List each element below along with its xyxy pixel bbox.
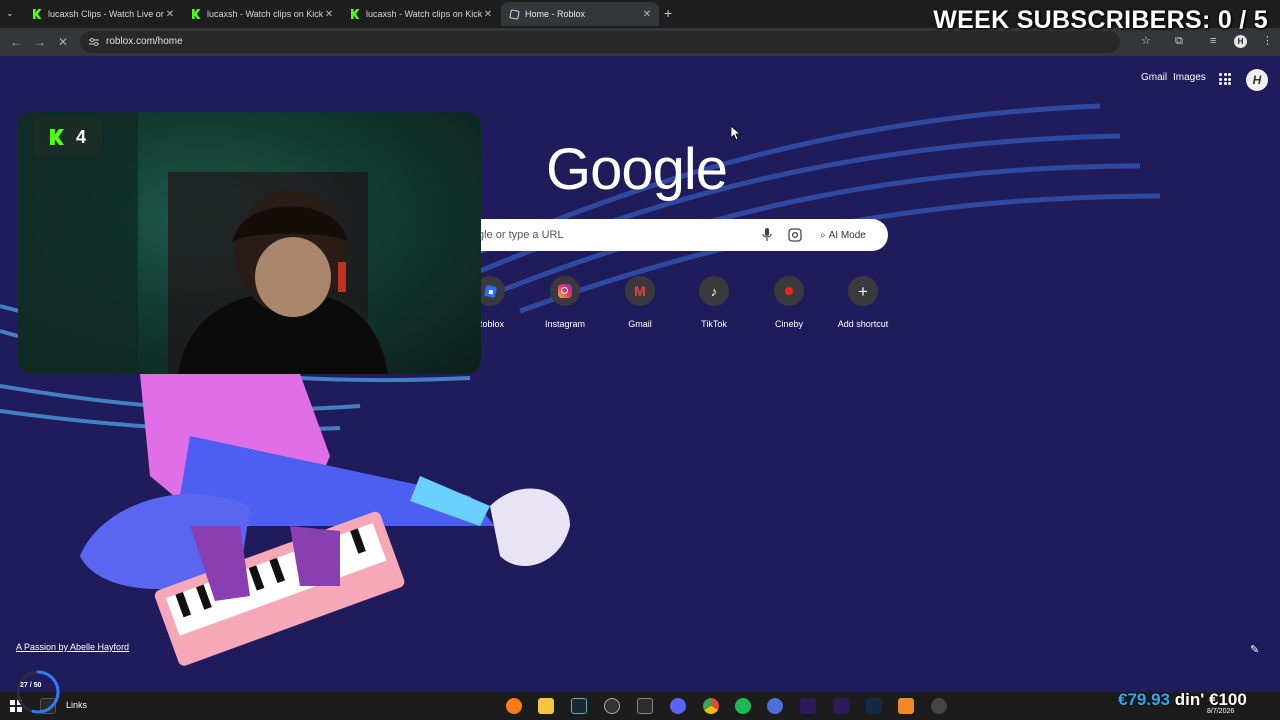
- app-icon[interactable]: [604, 698, 620, 714]
- links-toolbar[interactable]: Links: [66, 700, 87, 710]
- obs-icon[interactable]: [637, 698, 653, 714]
- app-icon-blue[interactable]: [767, 698, 783, 714]
- account-avatar[interactable]: H: [1246, 69, 1268, 91]
- stop-loading-icon[interactable]: ✕: [58, 35, 68, 49]
- kick-icon: [350, 9, 360, 19]
- shortcut-instagram[interactable]: Instagram: [528, 276, 602, 329]
- discord-icon[interactable]: [670, 698, 686, 714]
- tab-3[interactable]: lucaxsh - Watch clips on Kick ✕: [342, 2, 500, 26]
- shortcut-label: Gmail: [628, 319, 652, 329]
- shortcut-label: Instagram: [544, 319, 586, 329]
- tab-title: Home - Roblox: [525, 9, 586, 19]
- progress-counter: 27 / 50: [20, 682, 42, 689]
- cineby-icon: [785, 287, 793, 295]
- tab-search-icon[interactable]: ⌄: [6, 8, 14, 19]
- donation-amount: €79.93: [1118, 690, 1170, 709]
- close-icon[interactable]: ✕: [482, 9, 494, 20]
- plus-icon: +: [858, 281, 868, 301]
- shortcut-label: TikTok: [701, 319, 727, 329]
- subscribers-goal-overlay: WEEK SUBSCRIBERS: 0 / 5: [933, 6, 1268, 34]
- search-sparkle-icon: ⌕: [820, 229, 826, 241]
- tiktok-icon: ♪: [710, 283, 718, 299]
- gmail-icon: M: [634, 283, 646, 299]
- google-apps-icon[interactable]: [1219, 73, 1231, 85]
- customize-pencil-icon[interactable]: ✎: [1250, 643, 1264, 657]
- tab-2[interactable]: lucaxsh - Watch clips on Kick ✕: [183, 2, 341, 26]
- steam-icon[interactable]: [571, 698, 587, 714]
- screen: ⌄ lucaxsh Clips - Watch Live on Kick ✕ l…: [0, 0, 1280, 720]
- shortcut-label: Cineby: [774, 319, 803, 329]
- close-icon[interactable]: ✕: [164, 9, 176, 20]
- app-icon-gray[interactable]: [931, 698, 947, 714]
- google-lens-icon[interactable]: [788, 228, 802, 242]
- webcam-overlay: 4: [18, 112, 481, 374]
- shortcut-gmail[interactable]: M Gmail: [603, 276, 677, 329]
- after-effects-icon[interactable]: [800, 698, 816, 714]
- roblox-icon: [508, 8, 520, 20]
- more-menu-icon[interactable]: ⋮: [1262, 34, 1273, 48]
- premiere-icon[interactable]: [833, 698, 849, 714]
- donation-goal: din' €100: [1174, 690, 1247, 709]
- images-link[interactable]: Images: [1173, 72, 1206, 83]
- back-arrow-icon[interactable]: ←: [10, 35, 22, 49]
- mouse-cursor: [731, 126, 741, 140]
- taskbar-date: 8/7/2026: [1207, 708, 1235, 715]
- media-controls-icon[interactable]: ≡: [1210, 34, 1216, 48]
- spotify-icon[interactable]: [735, 698, 751, 714]
- firefox-icon[interactable]: [506, 698, 522, 714]
- tab-4[interactable]: Home - Roblox ✕: [501, 2, 659, 26]
- search-box[interactable]: ⌕ AI Mode: [470, 219, 888, 251]
- roblox-icon: [483, 284, 497, 298]
- ai-mode-label: AI Mode: [828, 229, 866, 241]
- tab-title: lucaxsh - Watch clips on Kick: [366, 9, 482, 19]
- tab-1[interactable]: lucaxsh Clips - Watch Live on Kick ✕: [24, 2, 182, 26]
- viewer-count: 4: [76, 126, 87, 147]
- photoshop-icon[interactable]: [866, 698, 882, 714]
- progress-ring: [16, 670, 60, 714]
- kick-icon: [50, 129, 64, 145]
- bookmark-star-icon[interactable]: ☆: [1141, 34, 1151, 48]
- kick-icon: [32, 9, 42, 19]
- tab-title: lucaxsh Clips - Watch Live on Kick: [48, 9, 164, 19]
- fl-studio-icon[interactable]: [898, 698, 914, 714]
- shortcut-label: Add shortcut: [837, 319, 889, 329]
- file-explorer-icon[interactable]: [538, 698, 554, 714]
- shortcut-cineby[interactable]: Cineby: [752, 276, 826, 329]
- shortcut-add[interactable]: + Add shortcut: [826, 276, 900, 329]
- shortcuts-row: Roblox Instagram M Gmail ♪ TikTok Cineby…: [453, 276, 903, 336]
- new-tab-plus-icon[interactable]: +: [664, 6, 672, 20]
- taskbar: Links: [0, 692, 1280, 720]
- gmail-link[interactable]: Gmail: [1141, 72, 1167, 83]
- extensions-icon[interactable]: ⧉: [1175, 34, 1183, 48]
- background-credit-link[interactable]: A Passion by Abelle Hayford: [16, 642, 129, 652]
- close-icon[interactable]: ✕: [641, 9, 653, 20]
- chrome-icon[interactable]: [703, 698, 719, 714]
- profile-avatar-small[interactable]: H: [1234, 35, 1247, 48]
- search-input[interactable]: [478, 226, 748, 244]
- url-text: roblox.com/home: [106, 36, 183, 47]
- forward-arrow-icon[interactable]: →: [34, 35, 46, 49]
- microphone-icon[interactable]: [762, 228, 772, 242]
- shortcut-tiktok[interactable]: ♪ TikTok: [677, 276, 751, 329]
- close-icon[interactable]: ✕: [323, 9, 335, 20]
- instagram-icon: [558, 284, 572, 298]
- ai-mode-button[interactable]: ⌕ AI Mode: [814, 224, 876, 246]
- google-logo: Google: [546, 137, 728, 202]
- kick-icon: [191, 9, 201, 19]
- site-info-icon[interactable]: [88, 36, 100, 48]
- tab-title: lucaxsh - Watch clips on Kick: [207, 9, 323, 19]
- donation-goal-overlay: €79.93 din' €100: [1118, 690, 1247, 710]
- kick-viewer-badge: 4: [34, 118, 102, 156]
